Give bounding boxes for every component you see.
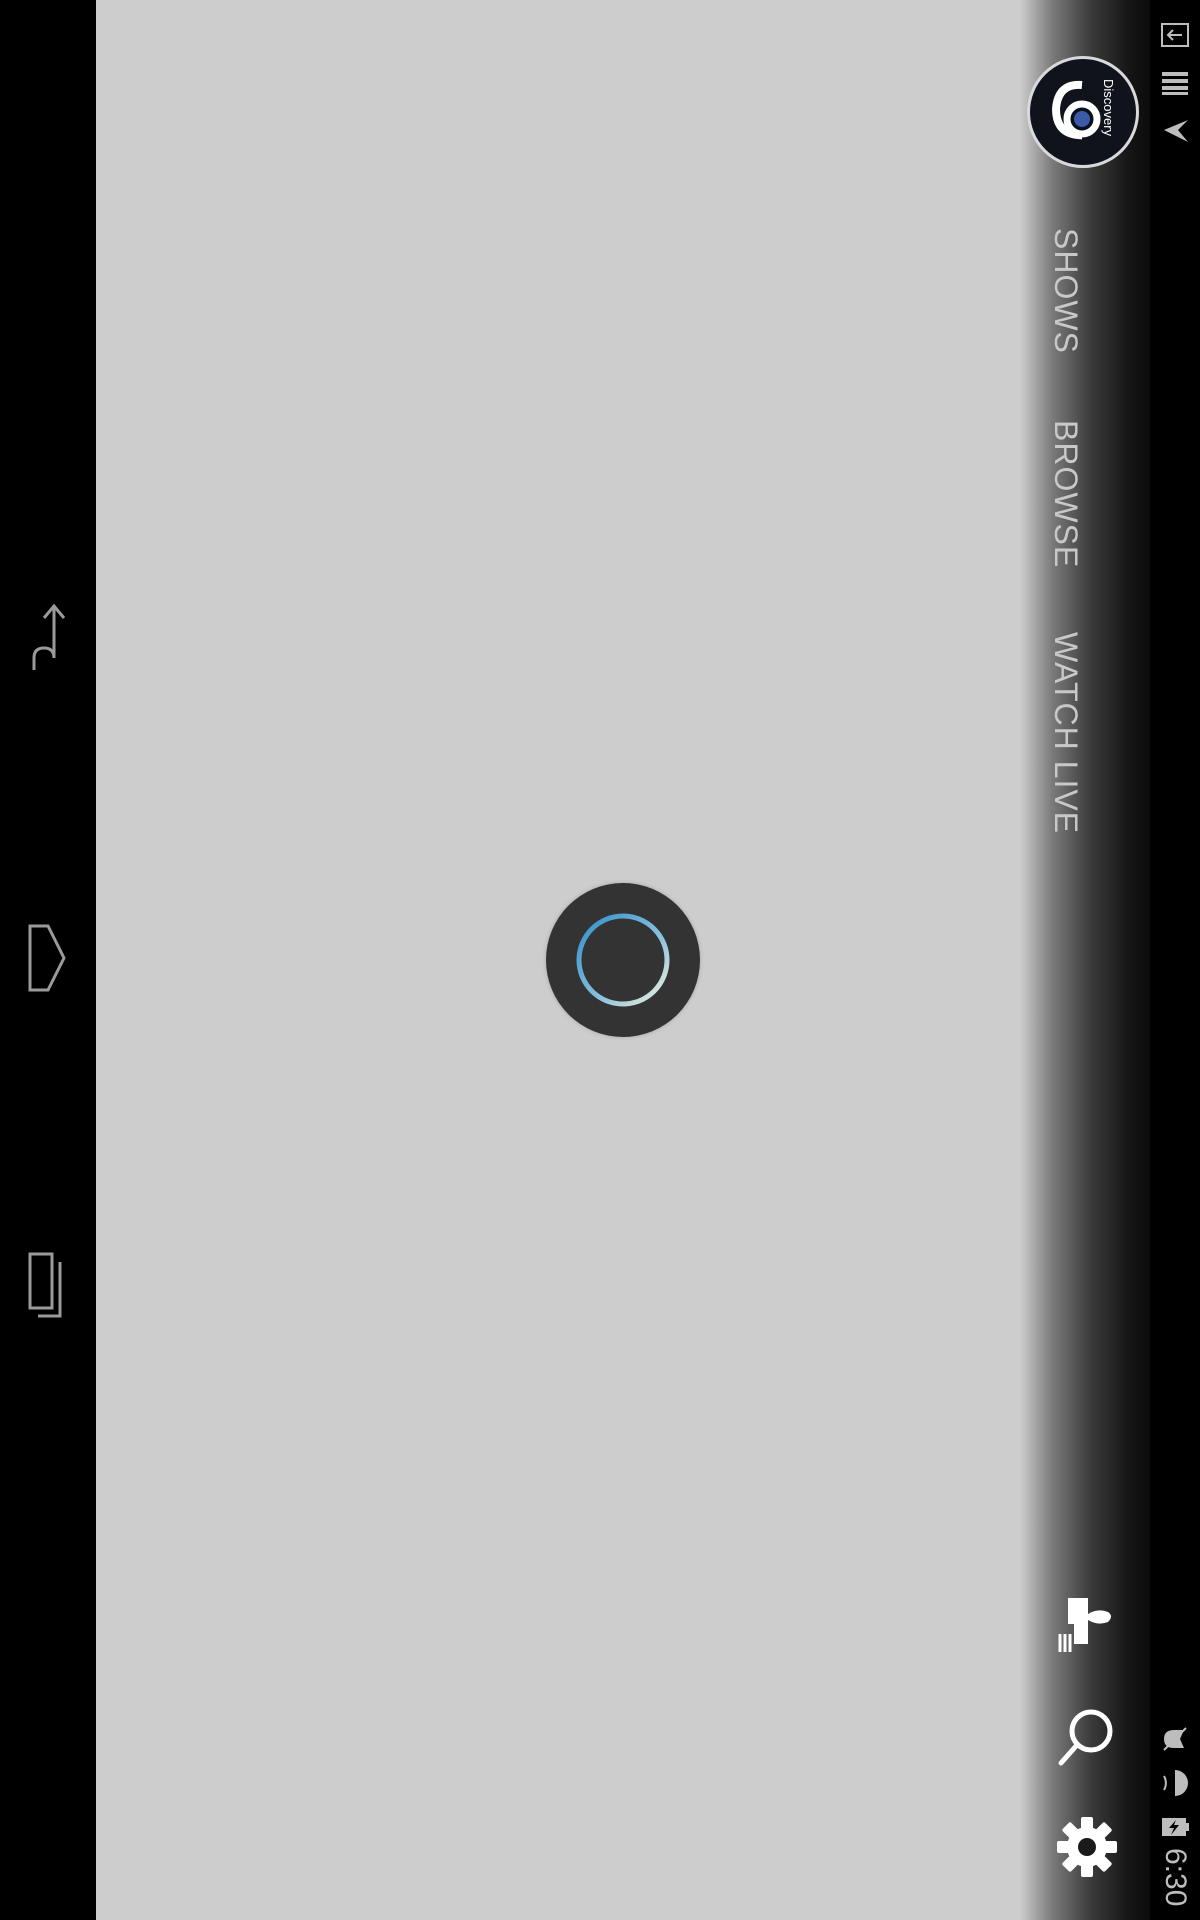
status-bar: 6:30: [1150, 0, 1200, 1920]
search-icon: [1058, 1709, 1113, 1766]
discovery-go-logo[interactable]: Discovery: [1027, 56, 1139, 168]
gear-icon: [1057, 1817, 1117, 1877]
back-arrow-icon: [32, 603, 66, 670]
download-icon: [1158, 18, 1192, 52]
cast-icon: [1058, 1598, 1111, 1652]
tab-watch-live[interactable]: WATCH LIVE: [1047, 632, 1084, 834]
home-icon: [28, 924, 66, 992]
cast-button[interactable]: [1052, 1590, 1122, 1660]
wifi-icon: [1158, 1766, 1192, 1800]
app-notification-icon: [1158, 114, 1192, 148]
tab-browse[interactable]: BROWSE: [1047, 420, 1084, 568]
mute-icon: [1158, 1722, 1192, 1756]
loading-indicator: [546, 883, 700, 1037]
recent-apps-button[interactable]: [18, 1246, 74, 1326]
screen: Discovery SHOWS BROWSE WATCH LIVE 6:30: [0, 0, 1200, 1920]
discovery-logo-icon: Discovery: [1051, 79, 1116, 140]
status-time: 6:30: [1159, 1848, 1192, 1907]
back-button[interactable]: [18, 598, 74, 678]
main-content: [96, 0, 1026, 1920]
home-button[interactable]: [18, 918, 74, 998]
battery-charging-icon: [1158, 1810, 1192, 1844]
recent-apps-icon: [28, 1252, 62, 1318]
settings-button[interactable]: [1052, 1812, 1122, 1882]
storage-icon: [1158, 66, 1192, 100]
app-navigation-bar: Discovery SHOWS BROWSE WATCH LIVE: [1020, 0, 1150, 1920]
system-navigation-bar: [0, 0, 96, 1920]
logo-text: Discovery: [1101, 79, 1116, 137]
loading-spinner-icon: [576, 913, 670, 1007]
tab-shows[interactable]: SHOWS: [1047, 228, 1084, 354]
search-button[interactable]: [1052, 1702, 1122, 1772]
